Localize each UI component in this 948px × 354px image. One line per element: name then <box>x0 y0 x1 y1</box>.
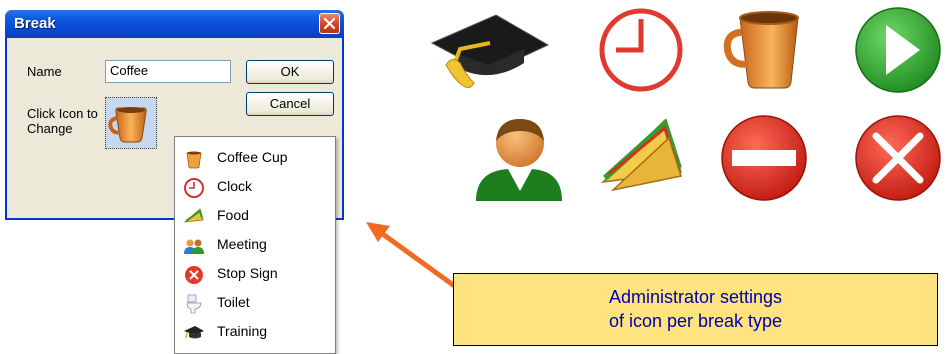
name-label: Name <box>27 64 62 79</box>
menu-item-clock[interactable]: Clock <box>175 172 335 201</box>
menu-item-label: Food <box>217 207 249 223</box>
close-button[interactable] <box>319 13 340 34</box>
dialog-titlebar[interactable]: Break <box>5 10 344 38</box>
coffee-cup-icon <box>186 151 202 169</box>
icon-menu: Coffee Cup Clock Food Meeting Stop Sign <box>174 136 336 354</box>
sandwich-icon <box>183 208 204 223</box>
menu-item-label: Toilet <box>217 294 250 310</box>
play-icon <box>855 7 941 93</box>
sandwich-icon <box>600 118 682 192</box>
callout-line1: Administrator settings <box>608 287 783 307</box>
icon-label-line1: Click Icon to <box>27 106 98 121</box>
no-entry-icon <box>721 115 807 201</box>
person-icon <box>476 119 562 201</box>
clock-icon <box>184 178 204 198</box>
callout-box: Administrator settings of icon per break… <box>453 273 938 346</box>
stop-sign-icon <box>185 266 203 284</box>
toilet-icon <box>186 294 202 314</box>
menu-item-label: Clock <box>217 178 253 194</box>
menu-item-stop-sign[interactable]: Stop Sign <box>175 259 335 288</box>
clock-icon <box>599 8 683 92</box>
menu-item-training[interactable]: Training <box>175 317 335 346</box>
coffee-cup-icon <box>723 11 799 89</box>
name-field[interactable]: Coffee <box>105 60 231 83</box>
menu-item-label: Meeting <box>217 236 267 252</box>
graduation-cap-icon <box>184 326 204 339</box>
icon-label-line2: Change <box>27 121 73 136</box>
change-icon-button[interactable] <box>105 97 157 149</box>
menu-item-coffee-cup[interactable]: Coffee Cup <box>175 143 335 172</box>
cancel-button[interactable]: Cancel <box>246 92 334 116</box>
stop-sign-icon <box>855 115 941 201</box>
menu-item-meeting[interactable]: Meeting <box>175 230 335 259</box>
graduation-cap-icon <box>430 14 550 89</box>
menu-item-label: Coffee Cup <box>217 149 288 165</box>
people-icon <box>184 239 204 254</box>
menu-item-food[interactable]: Food <box>175 201 335 230</box>
menu-item-label: Training <box>217 323 268 339</box>
close-icon <box>323 17 336 30</box>
menu-item-label: Stop Sign <box>217 265 278 281</box>
menu-item-toilet[interactable]: Toilet <box>175 288 335 317</box>
dialog-title: Break <box>14 15 56 32</box>
ok-button[interactable]: OK <box>246 60 334 84</box>
callout-line2: of icon per break type <box>608 311 783 331</box>
coffee-cup-icon <box>108 107 147 143</box>
